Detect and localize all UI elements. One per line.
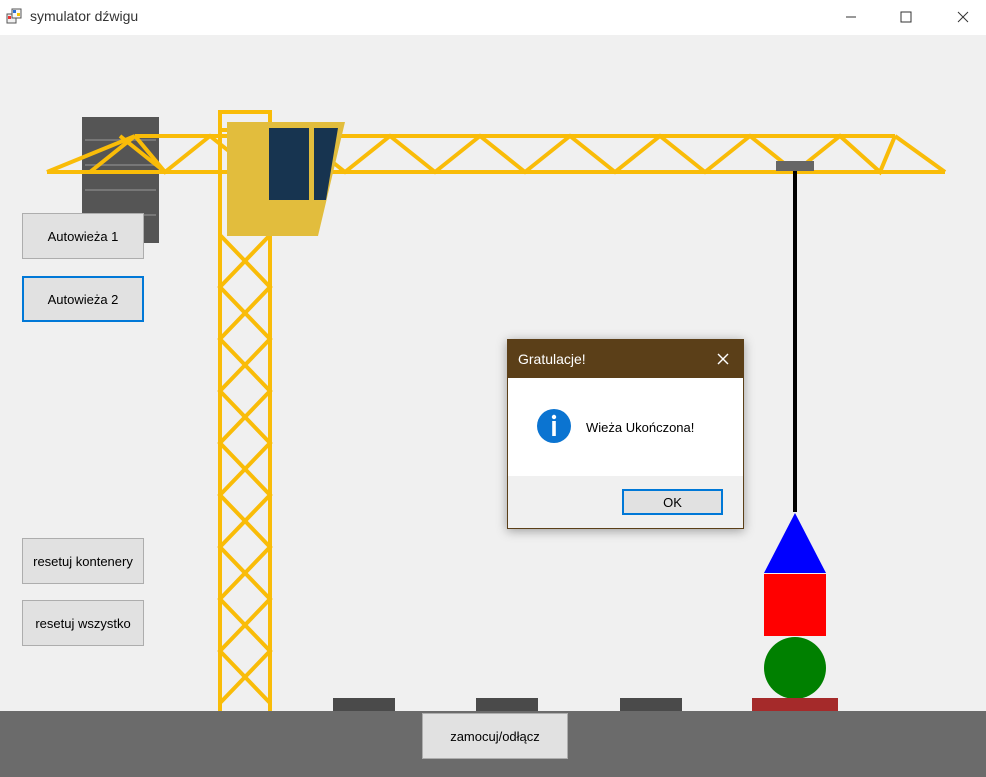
congratulations-dialog: Gratulacje! Wieża Ukończona! OK [507, 339, 744, 529]
green-circle-block [764, 637, 826, 699]
crane-cab [227, 122, 345, 236]
attach-detach-button[interactable]: zamocuj/odłącz [422, 713, 568, 759]
red-square-block [764, 574, 826, 636]
crane-scene [46, 110, 947, 711]
container-slot [476, 698, 538, 711]
close-icon [717, 353, 729, 365]
dialog-message: Wieża Ukończona! [586, 420, 695, 435]
dialog-close-button[interactable] [703, 340, 743, 378]
dialog-title: Gratulacje! [518, 351, 586, 367]
dialog-titlebar: Gratulacje! [508, 340, 743, 378]
autotower-1-button[interactable]: Autowieża 1 [22, 213, 144, 259]
dialog-footer: OK [508, 476, 743, 528]
base-platform [752, 698, 838, 711]
autotower-2-button[interactable]: Autowieża 2 [22, 276, 144, 322]
container-slot [333, 698, 395, 711]
blue-triangle-block [764, 513, 826, 573]
crane-trolley [776, 161, 814, 171]
info-icon [537, 409, 571, 443]
dialog-body: Wieża Ukończona! [508, 378, 743, 476]
ok-button[interactable]: OK [622, 489, 723, 515]
reset-containers-button[interactable]: resetuj kontenery [22, 538, 144, 584]
reset-all-button[interactable]: resetuj wszystko [22, 600, 144, 646]
container-slot [620, 698, 682, 711]
